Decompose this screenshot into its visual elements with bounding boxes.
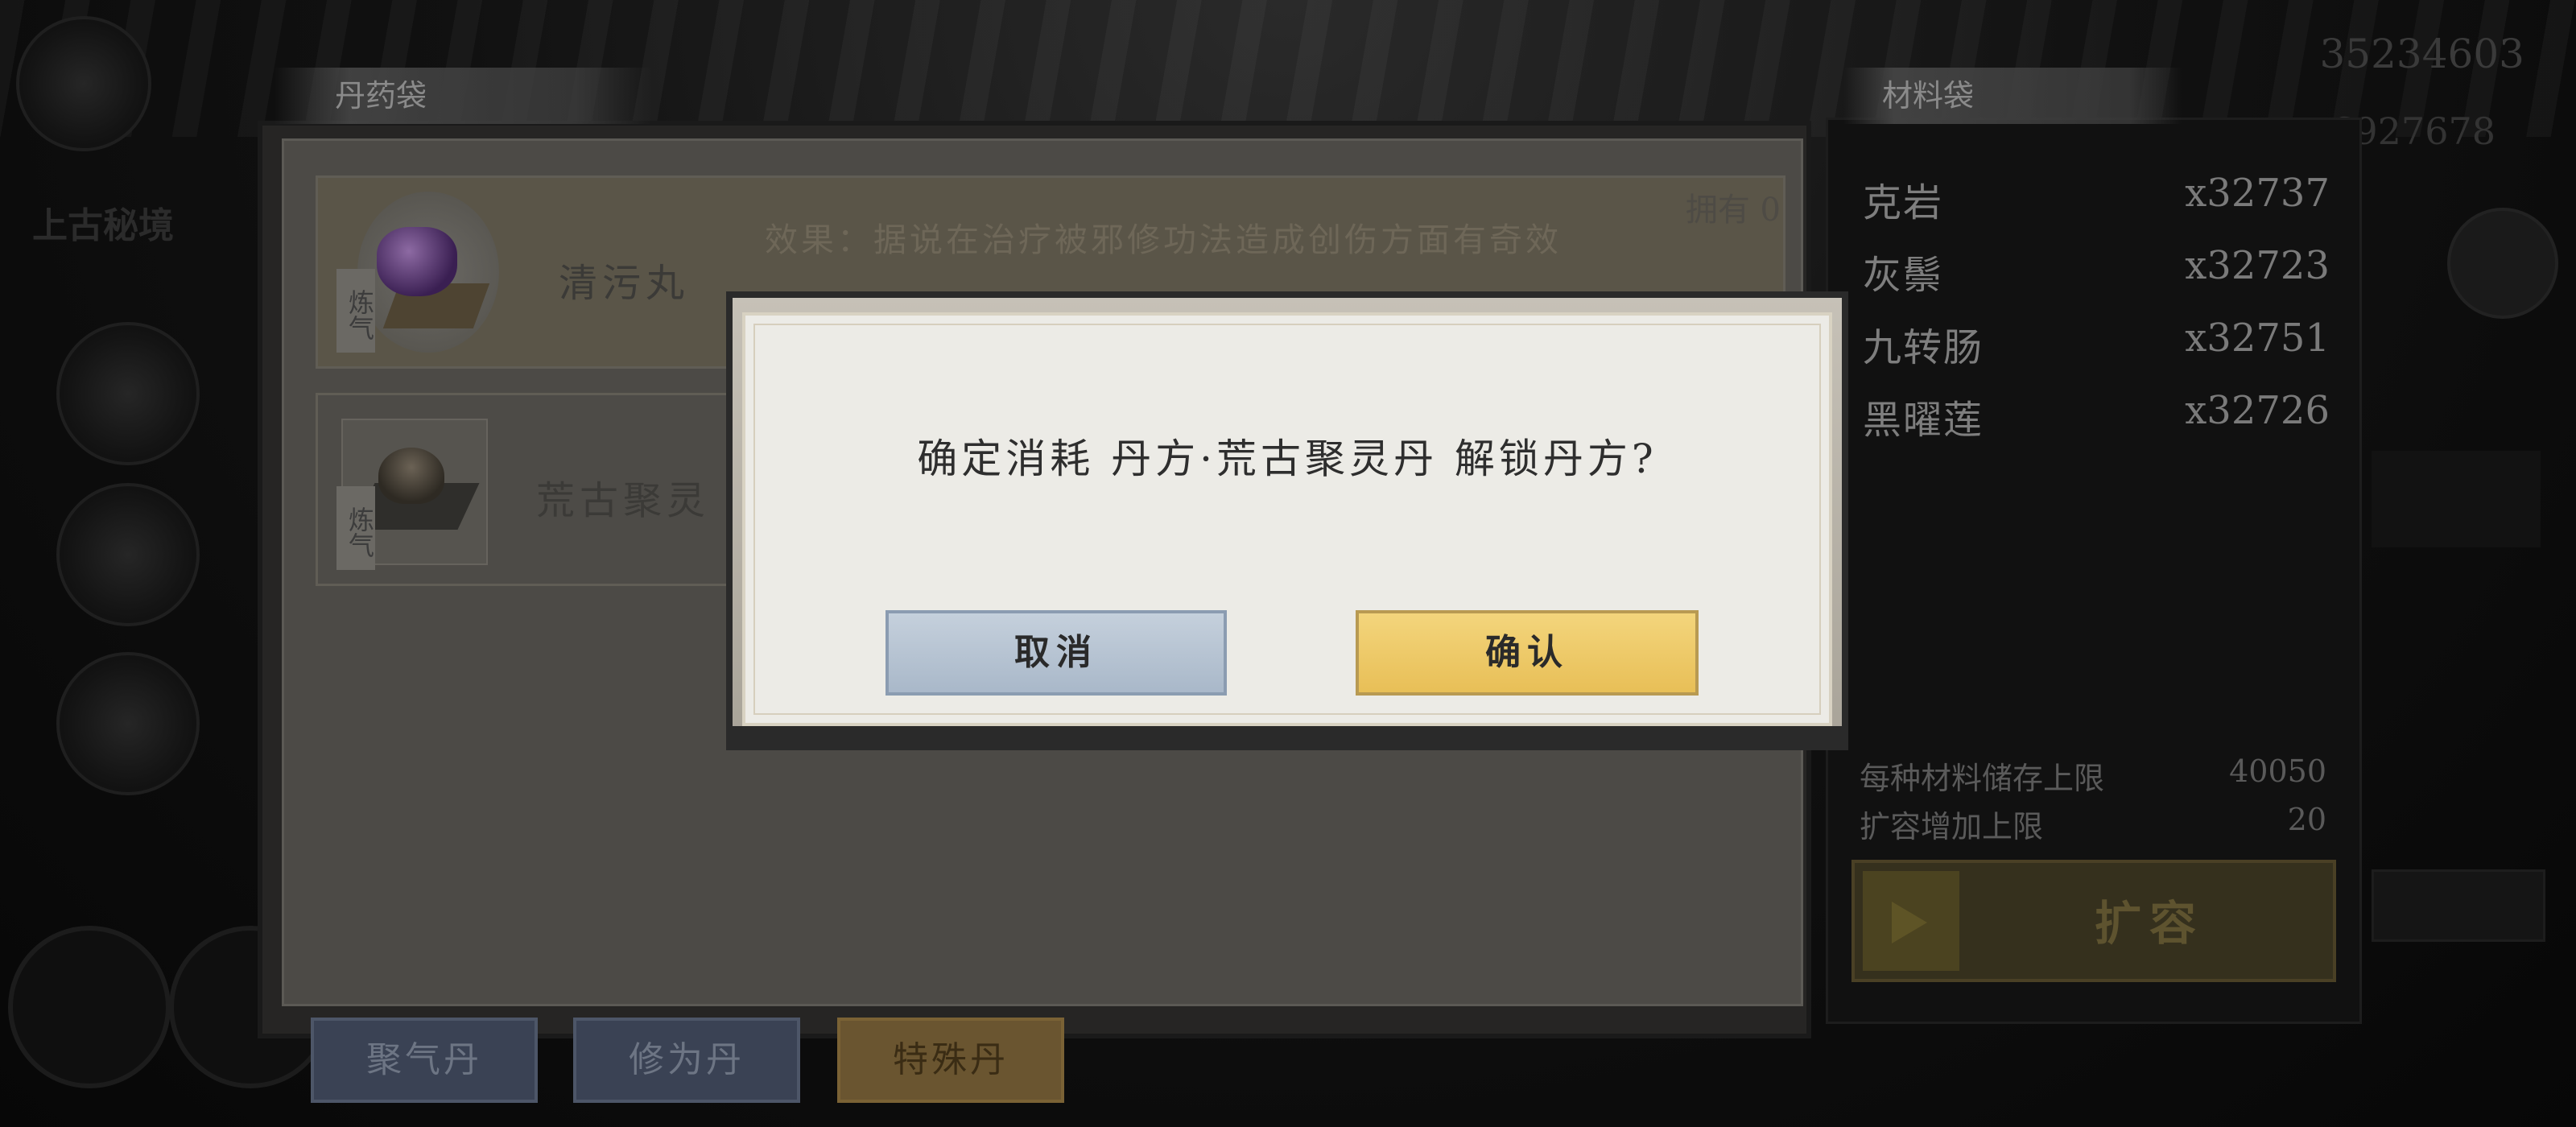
rank-tag: 炼气 [336,269,375,353]
cancel-button[interactable]: 取消 [886,610,1227,696]
owned-count: 拥有 0 [1685,192,1781,229]
currency-value: 35234603 [2319,31,2525,77]
settings-icon [2447,208,2558,319]
tab-xiuwei-dan[interactable]: 修为丹 [573,1018,800,1103]
bottom-left-emblem [8,926,171,1088]
cauldron-icon [378,448,444,504]
confirm-button[interactable]: 确认 [1356,610,1699,696]
pill-effect: 效果：据说在治疗被邪修功法造成创伤方面有奇效 [765,221,1562,259]
material-count: x32726 [2185,388,2330,433]
material-name: 黑曜莲 [1863,398,1984,443]
tab-teshu-dan[interactable]: 特殊丹 [837,1018,1064,1103]
pill-bag-title: 丹药袋 [274,68,652,124]
material-item: 黑曜莲 x32726 [1863,388,2330,452]
left-area-label: 上古秘境 [32,205,174,246]
rank-tag: 炼气 [336,486,375,570]
pill-name: 荒古聚灵 [536,478,711,523]
purple-pill-icon [377,227,457,296]
material-count: x32751 [2185,316,2330,361]
pill-name: 清污丸 [559,261,690,306]
material-bag-title: 材料袋 [1843,68,2182,124]
storage-limit-label: 每种材料储存上限 [1860,761,2105,796]
material-count: x32723 [2185,243,2330,288]
side-emblem [56,483,200,626]
expand-increase-value: 20 [2287,802,2326,837]
expand-increase-label: 扩容增加上限 [1860,809,2044,844]
material-item: 克岩 x32737 [1863,171,2330,235]
side-emblem [56,322,200,465]
expand-increase: 扩容增加上限 20 [1860,802,2326,846]
play-icon [1892,902,1927,943]
material-item: 灰鬃 x32723 [1863,243,2330,308]
side-slot [2372,451,2541,547]
tab-juqi-dan[interactable]: 聚气丹 [311,1018,538,1103]
dialog-bottom-edge [733,726,1842,747]
avatar-emblem [16,16,151,151]
dialog-message: 确定消耗 丹方·荒古聚灵丹 解锁丹方? [917,436,1657,482]
material-name: 灰鬃 [1863,253,1944,298]
expand-button-label: 扩容 [2094,896,2204,951]
side-slot [2372,869,2545,942]
material-name: 九转肠 [1863,325,1984,370]
material-count: x32737 [2185,171,2330,216]
material-item: 九转肠 x32751 [1863,316,2330,380]
storage-limit-value: 40050 [2229,753,2326,789]
storage-limit: 每种材料储存上限 40050 [1860,753,2326,798]
material-name: 克岩 [1863,180,1944,225]
side-emblem [56,652,200,795]
